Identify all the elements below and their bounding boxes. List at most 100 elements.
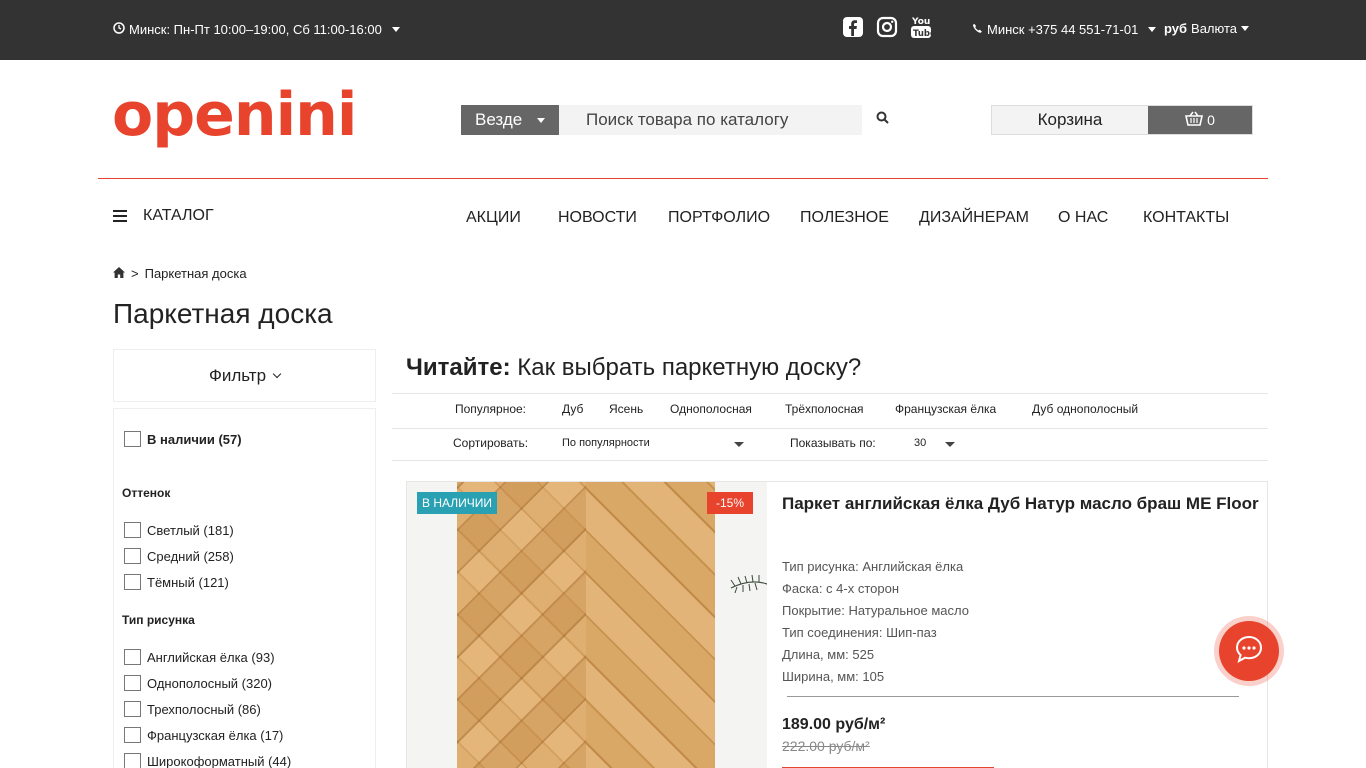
nav-item-about[interactable]: О НАС	[1058, 209, 1108, 227]
filter-option[interactable]: Английская ёлка (93)	[124, 649, 275, 665]
filter-in-stock-label: В наличии (57)	[147, 431, 242, 447]
filter-toggle-button[interactable]: Фильтр	[113, 349, 376, 402]
filter-toggle-label: Фильтр	[208, 365, 267, 385]
chevron-down-icon	[1148, 27, 1157, 32]
chevron-down-icon	[537, 118, 545, 123]
cart-count: 0	[1207, 112, 1215, 128]
filter-option-label: Средний (258)	[147, 548, 234, 564]
popular-tag[interactable]: Ясень	[609, 402, 643, 416]
checkbox[interactable]	[124, 701, 141, 717]
header-divider	[98, 178, 1268, 179]
nav-item-news[interactable]: НОВОСТИ	[558, 209, 637, 227]
sort-label: Сортировать:	[453, 436, 529, 450]
nav-item-useful[interactable]: ПОЛЕЗНОЕ	[800, 209, 889, 227]
search-icon	[876, 111, 889, 129]
product-image[interactable]: В НАЛИЧИИ -15%	[407, 482, 767, 768]
product-old-price: 222.00 руб/м²	[782, 738, 870, 754]
divider	[392, 428, 1268, 429]
checkbox[interactable]	[124, 649, 141, 665]
filter-option-label: Тёмный (121)	[147, 574, 229, 590]
parquet-image-overlay	[457, 482, 586, 768]
chat-bubble-icon	[1233, 634, 1265, 669]
social-links: You Tube	[842, 15, 932, 39]
instagram-icon[interactable]	[876, 15, 898, 39]
chat-widget-inner	[1219, 621, 1279, 681]
search-input[interactable]	[559, 105, 862, 135]
search-button[interactable]	[862, 105, 902, 135]
filter-option-label: Трехполосный (86)	[147, 701, 261, 717]
search-scope-select[interactable]: Везде	[461, 105, 559, 135]
filter-option-label: Французская ёлка (17)	[147, 727, 284, 743]
filter-option[interactable]: Широкоформатный (44)	[124, 753, 291, 768]
filter-group-title: Оттенок	[122, 486, 171, 500]
currency-code: руб	[1164, 21, 1188, 36]
home-icon[interactable]	[113, 266, 125, 281]
product-specs: Тип рисунка: Английская ёлка Фаска: с 4-…	[782, 556, 969, 688]
product-price: 189.00 руб/м²	[782, 716, 886, 733]
checkbox[interactable]	[124, 548, 141, 564]
checkbox[interactable]	[124, 753, 141, 768]
search-bar: Везде	[461, 105, 902, 135]
filter-option-label: Однополосный (320)	[147, 675, 273, 691]
nav-item-portfolio[interactable]: ПОРТФОЛИО	[668, 209, 770, 227]
product-spec: Ширина, мм: 105	[782, 669, 885, 684]
site-logo[interactable]: openini	[112, 80, 357, 150]
sort-select[interactable]: По популярности	[562, 437, 650, 449]
filter-option[interactable]: Средний (258)	[124, 548, 234, 564]
breadcrumb-separator: >	[131, 266, 139, 281]
product-spec: Длина, мм: 525	[782, 647, 875, 662]
filter-option[interactable]: Тёмный (121)	[124, 574, 229, 590]
product-spec: Покрытие: Натуральное масло	[782, 603, 969, 618]
popular-tag[interactable]: Дуб однополосный	[1032, 402, 1138, 416]
discount-badge: -15%	[707, 492, 754, 514]
divider	[787, 696, 1239, 697]
chevron-down-icon	[945, 442, 955, 447]
per-page-select[interactable]: 30	[914, 437, 926, 449]
nav-item-designers[interactable]: ДИЗАЙНЕРАМ	[919, 209, 1029, 227]
popular-tag[interactable]: Дуб	[562, 402, 583, 416]
checkbox[interactable]	[124, 727, 141, 743]
nav-item-promotions[interactable]: АКЦИИ	[466, 209, 521, 227]
filter-in-stock[interactable]: В наличии (57)	[124, 431, 242, 447]
product-card: В НАЛИЧИИ -15% Паркет английская ёлка Ду…	[406, 481, 1268, 768]
currency-dropdown[interactable]: руб Валюта	[1164, 21, 1250, 36]
checkbox[interactable]	[124, 574, 141, 590]
article-link[interactable]: Читайте: Как выбрать паркетную доску?	[406, 354, 861, 382]
youtube-icon[interactable]: You Tube	[910, 15, 932, 39]
working-hours-text: Минск: Пн-Пт 10:00–19:00, Сб 11:00-16:00	[129, 22, 382, 37]
breadcrumb-current: Паркетная доска	[144, 266, 247, 281]
svg-text:You: You	[911, 17, 930, 27]
svg-text:Tube: Tube	[913, 29, 932, 39]
currency-label: Валюта	[1191, 21, 1238, 36]
popular-label: Популярное:	[455, 402, 527, 416]
clock-icon	[113, 22, 125, 37]
filter-option[interactable]: Французская ёлка (17)	[124, 727, 283, 743]
product-title[interactable]: Паркет английская ёлка Дуб Натур масло б…	[782, 494, 1259, 514]
checkbox[interactable]	[124, 675, 141, 691]
product-spec: Тип соединения: Шип-паз	[782, 625, 937, 640]
cart-count-button[interactable]: 0	[1148, 106, 1252, 134]
working-hours-dropdown[interactable]: Минск: Пн-Пт 10:00–19:00, Сб 11:00-16:00	[113, 22, 400, 37]
nav-item-contacts[interactable]: КОНТАКТЫ	[1143, 209, 1229, 227]
phone-dropdown[interactable]: Минск +375 44 551-71-01	[972, 22, 1157, 37]
filter-option-label: Английская ёлка (93)	[147, 649, 275, 665]
in-stock-badge: В НАЛИЧИИ	[417, 492, 498, 514]
checkbox[interactable]	[124, 522, 141, 538]
facebook-icon[interactable]	[842, 15, 864, 39]
filter-panel: В наличии (57) Оттенок Светлый (181) Сре…	[113, 408, 376, 768]
phone-number: Минск +375 44 551-71-01	[987, 22, 1139, 37]
article-link-text: Как выбрать паркетную доску?	[517, 354, 862, 381]
popular-tag[interactable]: Однополосная	[670, 402, 752, 416]
filter-option[interactable]: Светлый (181)	[124, 522, 234, 538]
cart-widget[interactable]: Корзина 0	[991, 105, 1253, 135]
popular-tag[interactable]: Трёхполосная	[785, 402, 864, 416]
chevron-down-icon	[272, 369, 282, 379]
filter-option[interactable]: Однополосный (320)	[124, 675, 272, 691]
filter-option[interactable]: Трехполосный (86)	[124, 701, 261, 717]
checkbox[interactable]	[124, 431, 141, 447]
phone-icon	[972, 22, 983, 37]
popular-tag[interactable]: Французская ёлка	[895, 402, 996, 416]
chat-widget-button[interactable]	[1214, 616, 1284, 686]
plant-leaf-icon	[730, 574, 767, 594]
chevron-down-icon	[1241, 26, 1250, 31]
